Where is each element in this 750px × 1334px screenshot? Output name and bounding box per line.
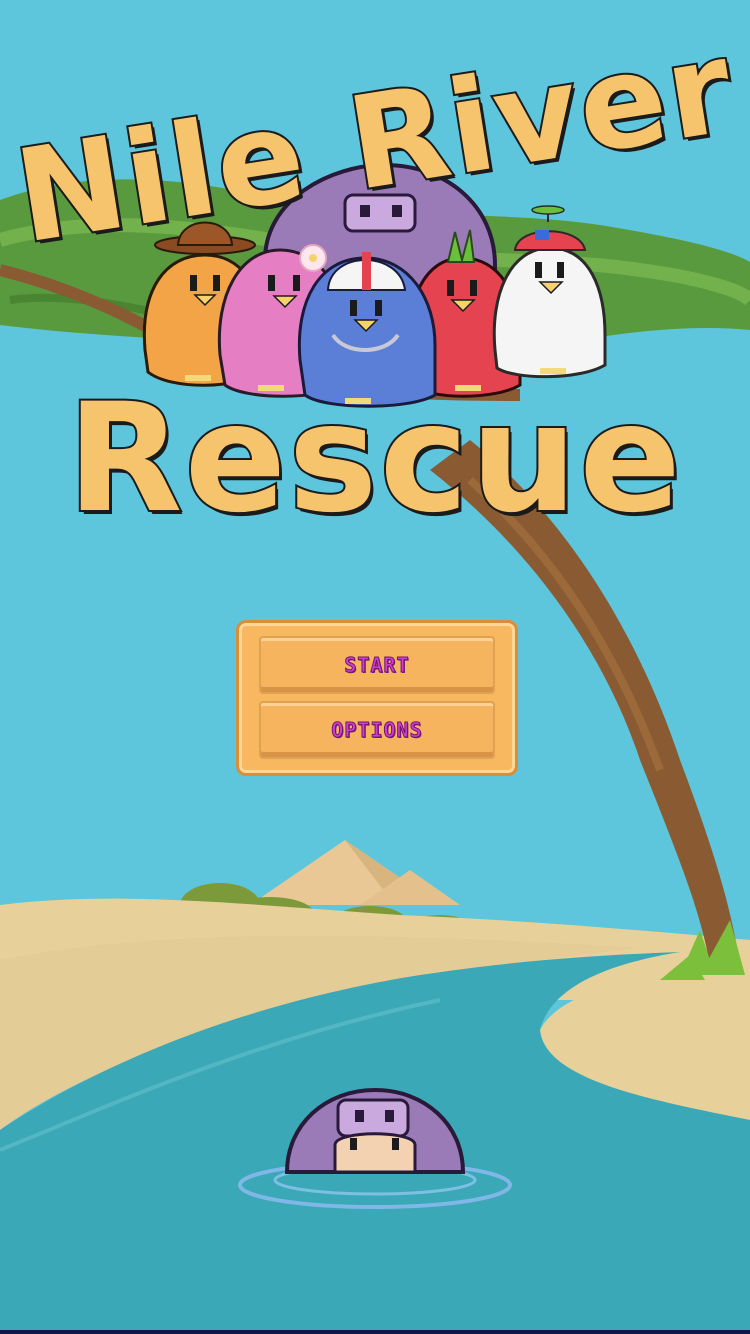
start-button[interactable]: START: [259, 636, 495, 694]
options-button-label: OPTIONS: [331, 718, 423, 743]
game-title-line2: Rescue: [65, 370, 683, 548]
options-button[interactable]: OPTIONS: [259, 701, 495, 759]
main-menu-panel: START OPTIONS: [236, 620, 518, 776]
start-button-label: START: [344, 653, 410, 678]
bottom-edge: [0, 1330, 750, 1334]
